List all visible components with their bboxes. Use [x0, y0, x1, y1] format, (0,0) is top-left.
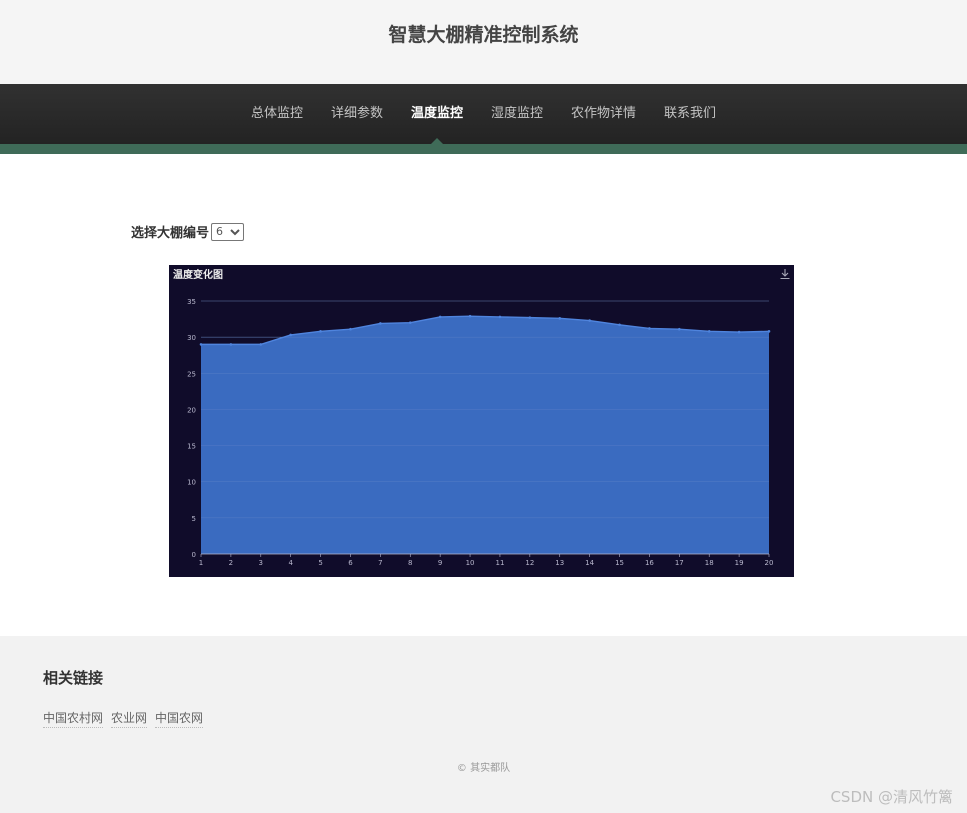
- data-point: [767, 330, 771, 333]
- data-point: [468, 314, 472, 318]
- link-china-rural[interactable]: 中国农村网: [43, 709, 104, 728]
- x-tick-label: 18: [705, 559, 714, 567]
- copyright: © 其实都队: [456, 763, 511, 774]
- data-point: [349, 327, 352, 331]
- data-point: [319, 330, 322, 333]
- y-tick-label: 5: [192, 515, 196, 523]
- x-tick-label: 11: [495, 559, 504, 567]
- data-point: [737, 330, 741, 334]
- y-tick-label: 15: [187, 443, 196, 451]
- chart-title: 温度变化图: [173, 270, 223, 281]
- y-tick-label: 10: [187, 479, 196, 487]
- data-point: [229, 343, 233, 346]
- temperature-chart: 0 5 10 15 20 25 30 35 1 2 3 4 5 6 7 8 9 10 11 12 13 14 15 16 17 1…: [169, 265, 794, 577]
- x-tick-label: 9: [438, 559, 442, 567]
- footer-links: 中国农村网 农业网 中国农网: [43, 709, 211, 728]
- x-tick-label: 14: [585, 559, 594, 567]
- x-tick-label: 1: [199, 559, 203, 567]
- x-tick-label: 10: [466, 559, 475, 567]
- x-tick-label: 3: [259, 559, 263, 567]
- data-point: [199, 343, 203, 346]
- nav-item-humidity[interactable]: 湿度监控: [491, 84, 543, 144]
- x-tick-label: 8: [408, 559, 412, 567]
- link-agriculture[interactable]: 农业网: [111, 709, 148, 728]
- data-point: [408, 321, 412, 324]
- y-tick-label: 25: [187, 370, 196, 378]
- data-point: [678, 327, 681, 331]
- site-title: 智慧大棚精准控制系统: [388, 24, 579, 46]
- nav-accent-strip: [0, 144, 967, 154]
- y-tick-label: 30: [187, 334, 196, 342]
- x-tick-label: 13: [555, 559, 564, 567]
- x-tick-label: 5: [318, 559, 322, 567]
- x-tick-label: 7: [378, 559, 382, 567]
- site-footer: 相关链接 中国农村网 农业网 中国农网 © 其实都队 CSDN @清风竹篱: [0, 636, 967, 813]
- x-tick-label: 16: [645, 559, 654, 567]
- x-tick-label: 17: [675, 559, 684, 567]
- nav-item-temperature[interactable]: 温度监控: [411, 84, 463, 144]
- watermark: CSDN @清风竹篱: [830, 788, 953, 806]
- y-tick-label: 20: [187, 406, 196, 414]
- nav-list: 总体监控 详细参数 温度监控 湿度监控 农作物详情 联系我们: [0, 84, 967, 144]
- footer-heading: 相关链接: [43, 669, 104, 687]
- x-tick-label: 2: [229, 559, 233, 567]
- chart-canvas: 051015202530351 2 3 4 5 6 7 8 9 10 11 12 13 14 15 16 17 1…: [187, 298, 774, 567]
- greenhouse-selector: 选择大棚编号 6: [131, 222, 245, 241]
- greenhouse-select-label: 选择大棚编号: [131, 226, 210, 241]
- main-nav: 总体监控 详细参数 温度监控 湿度监控 农作物详情 联系我们: [0, 84, 967, 144]
- data-point: [707, 330, 711, 333]
- x-tick-label: 15: [615, 559, 624, 567]
- data-point: [259, 343, 263, 346]
- download-icon[interactable]: [779, 268, 791, 280]
- data-point: [588, 319, 591, 322]
- link-china-farm[interactable]: 中国农网: [155, 709, 204, 728]
- nav-item-crops[interactable]: 农作物详情: [571, 84, 636, 144]
- data-point: [498, 315, 502, 319]
- x-tick-label: 6: [348, 559, 353, 567]
- data-point: [618, 323, 621, 327]
- x-tick-label: 19: [735, 559, 744, 567]
- data-point: [648, 327, 651, 330]
- temperature-area: [201, 316, 769, 554]
- site-header: 智慧大棚精准控制系统: [0, 0, 967, 84]
- x-tick-label: 4: [288, 559, 293, 567]
- data-point: [438, 315, 442, 319]
- y-tick-label: 35: [187, 298, 196, 306]
- data-point: [289, 333, 292, 337]
- greenhouse-select[interactable]: 6: [211, 222, 245, 241]
- data-point: [528, 316, 532, 319]
- nav-item-contact[interactable]: 联系我们: [664, 84, 716, 144]
- x-tick-label: 12: [525, 559, 534, 567]
- y-tick-label: 0: [192, 551, 196, 559]
- data-point: [379, 322, 382, 325]
- nav-item-details[interactable]: 详细参数: [331, 84, 383, 144]
- data-point: [558, 317, 562, 320]
- x-tick-label: 20: [765, 559, 774, 567]
- nav-item-overall[interactable]: 总体监控: [251, 84, 303, 144]
